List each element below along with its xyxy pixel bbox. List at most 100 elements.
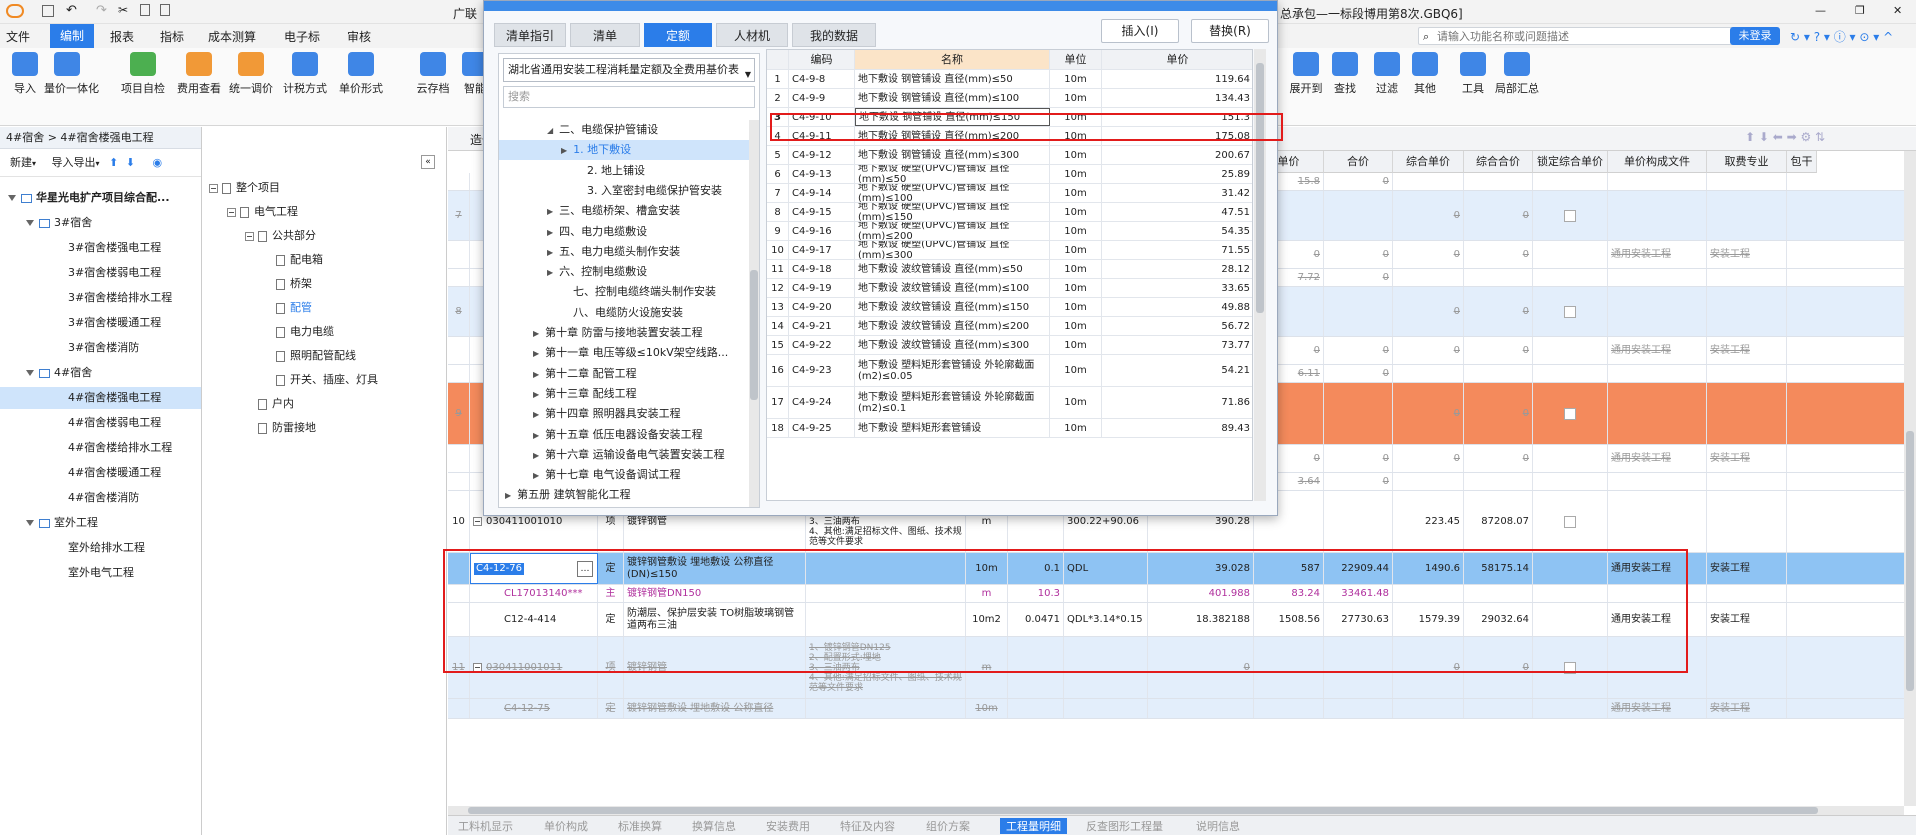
- toolbar-button-2[interactable]: 项目自检: [120, 52, 166, 118]
- menu-5[interactable]: 电子标: [284, 28, 320, 45]
- redo-icon[interactable]: ↷: [96, 3, 107, 18]
- chevron-right-icon[interactable]: ▶: [533, 431, 539, 440]
- section-tree-item[interactable]: 配管: [203, 297, 446, 319]
- quota-row[interactable]: 3 C4-9-10 地下敷设 钢管铺设 直径(mm)≤150 10m 151.3: [767, 108, 1252, 127]
- quota-tree-item[interactable]: ▶ 第十一章 电压等级≤10kV架空线路...: [499, 343, 751, 363]
- bottom-tab-7[interactable]: 工程量明细: [1000, 818, 1067, 834]
- toolbar-right-button-1[interactable]: 查找: [1322, 52, 1368, 118]
- chevron-right-icon[interactable]: ▶: [547, 207, 553, 216]
- quota-tree-item[interactable]: 2. 地上铺设: [499, 161, 751, 181]
- project-tree-item[interactable]: 4#宿舍楼消防: [0, 487, 201, 509]
- project-tree-item[interactable]: 3#宿舍楼暖通工程: [0, 312, 201, 334]
- quota-col-header[interactable]: 名称: [855, 50, 1050, 69]
- quota-row[interactable]: 17 C4-9-24 地下敷设 塑料矩形套管铺设 外轮廓截面(m2)≤0.1 10m 7…: [767, 387, 1252, 419]
- dialog-tab-2[interactable]: 定额: [644, 23, 712, 47]
- quota-tree-item[interactable]: ▶ 第十六章 运输设备电气装置安装工程: [499, 445, 751, 465]
- toolbar-right-button-5[interactable]: 局部汇总: [1494, 52, 1540, 118]
- quota-row[interactable]: 4 C4-9-11 地下敷设 钢管铺设 直径(mm)≤200 10m 175.08: [767, 127, 1252, 146]
- grid-cell-chk[interactable]: [1533, 553, 1608, 584]
- quota-col-header[interactable]: 单位: [1050, 50, 1102, 69]
- close-button[interactable]: ✕: [1893, 4, 1902, 17]
- grid-cell-chk[interactable]: [1533, 603, 1608, 636]
- toolbar-right-button-4[interactable]: 工具: [1450, 52, 1496, 118]
- cut-icon[interactable]: ✂: [118, 3, 128, 17]
- quota-col-header[interactable]: 编码: [789, 50, 855, 69]
- section-tree-item[interactable]: 照明配管配线: [203, 345, 446, 367]
- grid-cell-chk[interactable]: [1533, 491, 1608, 552]
- quota-tree-item[interactable]: ▶ 第十章 防雷与接地装置安装工程: [499, 323, 751, 343]
- bottom-tab-8[interactable]: 反查图形工程量: [1086, 818, 1163, 834]
- project-tree-item[interactable]: 室外给排水工程: [0, 537, 201, 559]
- chevron-down-icon[interactable]: ◢: [547, 126, 553, 135]
- grid-header[interactable]: 单价构成文件: [1608, 151, 1707, 173]
- chevron-right-icon[interactable]: ▶: [547, 228, 553, 237]
- chevron-right-icon[interactable]: ▶: [533, 329, 539, 338]
- bottom-tab-2[interactable]: 标准换算: [618, 818, 662, 834]
- chevron-right-icon[interactable]: ▶: [533, 370, 539, 379]
- quota-row[interactable]: 10 C4-9-17 地下敷设 硬塑(UPVC)管铺设 直径(mm)≤300 10m 7…: [767, 241, 1252, 260]
- section-tree-item[interactable]: 公共部分: [203, 225, 446, 247]
- chevron-right-icon[interactable]: ▶: [505, 491, 511, 500]
- quota-tree-item[interactable]: ▶ 1. 地下敷设: [499, 140, 751, 161]
- bottom-tab-5[interactable]: 特征及内容: [840, 818, 895, 834]
- lock-checkbox[interactable]: [1564, 407, 1576, 420]
- chevron-right-icon[interactable]: ▶: [547, 268, 553, 277]
- help-search-input[interactable]: [1437, 29, 1733, 43]
- dialog-tab-0[interactable]: 清单指引: [494, 23, 566, 47]
- code-input[interactable]: C4-12-76: [474, 562, 525, 575]
- quota-row[interactable]: 13 C4-9-20 地下敷设 波纹管铺设 直径(mm)≤150 10m 49.88: [767, 298, 1252, 317]
- project-tree-item[interactable]: 4#宿舍楼给排水工程: [0, 437, 201, 459]
- bottom-tab-4[interactable]: 安装费用: [766, 818, 810, 834]
- grid-cell-chk[interactable]: [1533, 699, 1608, 718]
- grid-row[interactable]: C12-4-414 定防潮层、保护层安装 TO树脂玻璃钢管道两布三油 10m2 0.0…: [448, 603, 1908, 637]
- collapse-icon[interactable]: [473, 663, 482, 672]
- grid-header[interactable]: 综合合价: [1464, 151, 1533, 173]
- copy-icon[interactable]: [140, 4, 150, 16]
- collapse-icon[interactable]: [245, 231, 254, 241]
- project-tree-item[interactable]: 4#宿舍楼弱电工程: [0, 412, 201, 434]
- toolbar-button-0[interactable]: 导入: [2, 52, 48, 118]
- project-tree-item[interactable]: 室外工程: [0, 512, 201, 534]
- project-tree-item[interactable]: 3#宿舍楼强电工程: [0, 237, 201, 259]
- chevron-right-icon[interactable]: ▶: [533, 451, 539, 460]
- section-tree-item[interactable]: 整个项目: [203, 177, 446, 199]
- grid-row[interactable]: C4-12-76 … 定镀锌钢管敷设 埋地敷设 公称直径(DN)≤150 10m 0.1…: [448, 553, 1908, 585]
- quota-tree-item[interactable]: ▶ 四、电力电缆敷设: [499, 222, 751, 242]
- quota-tree-item[interactable]: ◢ 二、电缆保护管铺设: [499, 120, 751, 140]
- more-button[interactable]: …: [577, 560, 593, 577]
- quota-row[interactable]: 7 C4-9-14 地下敷设 硬塑(UPVC)管铺设 直径(mm)≤100 10m 31…: [767, 184, 1252, 203]
- bottom-tab-6[interactable]: 组价方案: [926, 818, 970, 834]
- project-tree-item[interactable]: 4#宿舍楼强电工程: [0, 387, 201, 409]
- menu-3[interactable]: 指标: [160, 28, 184, 45]
- quota-library-select[interactable]: 湖北省通用安装工程消耗量定额及全费用基价表 ▼: [503, 58, 755, 82]
- dialog-tab-3[interactable]: 人材机: [716, 23, 788, 47]
- section-tree-item[interactable]: 开关、插座、灯具: [203, 369, 446, 391]
- quota-row[interactable]: 9 C4-9-16 地下敷设 硬塑(UPVC)管铺设 直径(mm)≤200 10m 54…: [767, 222, 1252, 241]
- quota-tree-item[interactable]: 3. 入室密封电缆保护管安装: [499, 181, 751, 201]
- quota-row[interactable]: 15 C4-9-22 地下敷设 波纹管铺设 直径(mm)≤300 10m 73.77: [767, 336, 1252, 355]
- toolbar-button-7[interactable]: 云存档: [410, 52, 456, 118]
- quota-row[interactable]: 2 C4-9-9 地下敷设 钢管铺设 直径(mm)≤100 10m 134.43: [767, 89, 1252, 108]
- grid-header[interactable]: 锁定综合单价: [1533, 151, 1608, 173]
- quota-col-header[interactable]: 单价: [1102, 50, 1252, 69]
- menu-0[interactable]: 文件: [6, 28, 30, 45]
- quota-scrollbar[interactable]: [1254, 49, 1266, 501]
- insert-button[interactable]: 插入(I): [1101, 19, 1179, 43]
- project-tree-item[interactable]: 3#宿舍楼给排水工程: [0, 287, 201, 309]
- project-tree-item[interactable]: 4#宿舍楼暖通工程: [0, 462, 201, 484]
- grid-row[interactable]: CL17013140*** 主镀锌钢管DN150 m 10.3 401.988 83.24…: [448, 585, 1908, 603]
- collapse-icon[interactable]: [227, 207, 236, 217]
- grid-cell-chk[interactable]: [1533, 365, 1608, 382]
- grid-cell-chk[interactable]: [1533, 173, 1608, 190]
- save-icon[interactable]: [42, 5, 54, 17]
- toolbar-button-3[interactable]: 费用查看: [176, 52, 222, 118]
- section-tree-item[interactable]: 配电箱: [203, 249, 446, 271]
- quota-tree-item[interactable]: ▶ 五、电力电缆头制作安装: [499, 242, 751, 262]
- grid-cell-chk[interactable]: [1533, 269, 1608, 286]
- replace-button[interactable]: 替换(R): [1191, 19, 1269, 43]
- project-tree-item[interactable]: 4#宿舍: [0, 362, 201, 384]
- project-tree-item[interactable]: 3#宿舍楼弱电工程: [0, 262, 201, 284]
- quota-tree-item[interactable]: 八、电缆防火设施安装: [499, 303, 751, 323]
- menu-6[interactable]: 审核: [347, 28, 371, 45]
- dialog-tab-4[interactable]: 我的数据: [792, 23, 876, 47]
